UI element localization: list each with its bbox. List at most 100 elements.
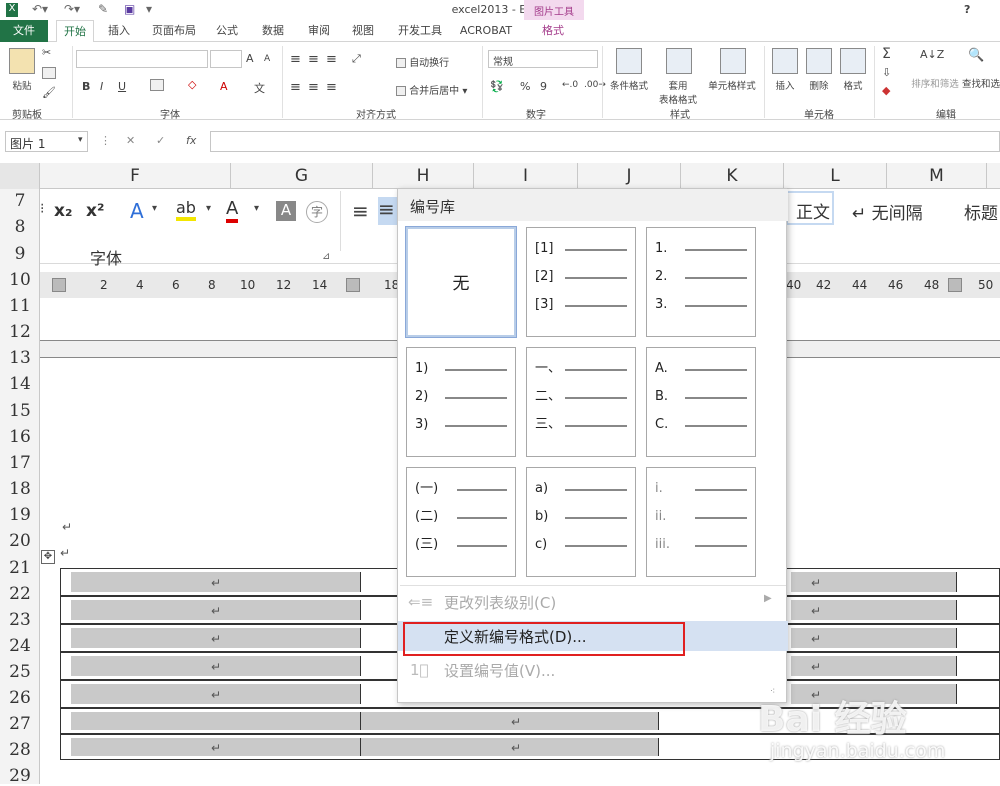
row-header[interactable]: 13 <box>0 348 40 368</box>
row-header[interactable]: 24 <box>0 636 40 656</box>
comma-button[interactable]: 9 <box>540 80 547 93</box>
row-header[interactable]: 9 <box>0 244 40 264</box>
delete-cells-button[interactable]: 删除 <box>804 78 834 92</box>
row-header[interactable]: 22 <box>0 584 40 604</box>
format-painter-icon[interactable]: 🖌 <box>42 86 56 99</box>
row-header[interactable]: 27 <box>0 714 40 734</box>
numbering-upper-letters[interactable]: A. B. C. <box>646 347 756 457</box>
align-right-icon[interactable]: ≡ <box>326 80 337 95</box>
row-header[interactable]: 23 <box>0 610 40 630</box>
align-bottom-icon[interactable]: ≡ <box>326 52 337 67</box>
tab-page-layout[interactable]: 页面布局 <box>148 20 200 42</box>
tab-developer[interactable]: 开发工具 <box>394 20 446 42</box>
conditional-format-icon[interactable] <box>616 48 642 74</box>
grow-font-button[interactable]: A <box>246 52 254 65</box>
align-middle-icon[interactable]: ≡ <box>308 52 319 67</box>
tab-view[interactable]: 视图 <box>348 20 378 42</box>
fill-icon[interactable]: ⇩ <box>882 66 891 79</box>
delete-cells-icon[interactable] <box>806 48 832 74</box>
wrap-text-button[interactable]: 自动换行 <box>396 54 449 69</box>
column-header[interactable]: H <box>373 163 474 189</box>
clear-icon[interactable]: ◆ <box>882 84 890 97</box>
numbering-lower-letters[interactable]: a) b) c) <box>526 467 636 577</box>
align-left-icon[interactable]: ≡ <box>290 80 301 95</box>
column-header[interactable]: K <box>681 163 784 189</box>
numbering-chinese-paren[interactable]: (一) (二) (三) <box>406 467 516 577</box>
sort-filter-icon[interactable]: A↓Z <box>920 48 944 74</box>
row-header[interactable]: 10 <box>0 270 40 290</box>
row-header[interactable]: 28 <box>0 740 40 760</box>
percent-button[interactable]: % <box>520 80 530 93</box>
namebox-dropdown-icon[interactable]: ▾ <box>78 135 83 145</box>
row-header[interactable]: 20 <box>0 531 40 551</box>
row-header[interactable]: 25 <box>0 662 40 682</box>
numbering-chinese[interactable]: 一、 二、 三、 <box>526 347 636 457</box>
row-header[interactable]: 17 <box>0 453 40 473</box>
select-all-corner[interactable] <box>0 163 40 189</box>
numbering-bracket-digits[interactable]: [1] [2] [3] <box>526 227 636 337</box>
change-list-level-item[interactable]: ⇐≡ 更改列表级别(C) ▶ <box>398 587 788 617</box>
column-header[interactable]: J <box>578 163 681 189</box>
find-select-button[interactable]: 查找和选择 <box>962 76 1000 90</box>
fill-color-icon[interactable]: ◇ <box>188 78 196 91</box>
row-header[interactable]: 12 <box>0 322 40 342</box>
insert-function-button[interactable]: fx <box>186 134 196 147</box>
increase-decimal-icon[interactable]: ←.0 <box>562 80 578 90</box>
tab-insert[interactable]: 插入 <box>104 20 134 42</box>
set-numbering-value-item[interactable]: 1⃞ 设置编号值(V)... <box>398 655 788 685</box>
row-header[interactable]: 26 <box>0 688 40 708</box>
row-header[interactable]: 8 <box>0 217 40 237</box>
font-color-button[interactable]: A <box>220 80 228 93</box>
tab-format[interactable]: 格式 <box>538 20 568 42</box>
row-header[interactable]: 7 <box>0 191 40 211</box>
sort-filter-button[interactable]: 排序和筛选 <box>908 76 962 90</box>
row-header[interactable]: 15 <box>0 401 40 421</box>
tab-home[interactable]: 开始 <box>56 20 94 43</box>
column-header[interactable]: L <box>784 163 887 189</box>
number-format-combo[interactable]: 常规 <box>488 50 598 68</box>
bold-button[interactable]: B <box>82 80 90 93</box>
paste-icon[interactable] <box>9 48 35 74</box>
conditional-format-button[interactable]: 条件格式 <box>606 78 652 92</box>
numbering-digits-paren[interactable]: 1) 2) 3) <box>406 347 516 457</box>
column-header[interactable]: G <box>231 163 373 189</box>
table-format-icon[interactable] <box>666 48 692 74</box>
row-header[interactable]: 11 <box>0 296 40 316</box>
column-header[interactable]: F <box>40 163 231 189</box>
align-top-icon[interactable]: ≡ <box>290 52 301 67</box>
copy-icon[interactable] <box>42 66 56 79</box>
cancel-formula-button[interactable]: ✕ <box>126 134 135 147</box>
name-box[interactable]: 图片 1 <box>5 131 88 152</box>
enter-formula-button[interactable]: ✓ <box>156 134 165 147</box>
find-select-icon[interactable]: 🔍 <box>968 48 992 74</box>
row-header[interactable]: 19 <box>0 505 40 525</box>
numbering-none[interactable]: 无 <box>405 226 517 338</box>
cut-icon[interactable]: ✂ <box>42 46 51 59</box>
cell-styles-icon[interactable] <box>720 48 746 74</box>
autosum-icon[interactable]: Σ <box>882 46 891 62</box>
format-cells-button[interactable]: 格式 <box>838 78 868 92</box>
row-header[interactable]: 18 <box>0 479 40 499</box>
tab-acrobat[interactable]: ACROBAT <box>458 20 514 42</box>
underline-button[interactable]: U <box>118 80 126 93</box>
tab-review[interactable]: 审阅 <box>304 20 334 42</box>
cell-styles-button[interactable]: 单元格样式 <box>704 78 760 92</box>
tab-data[interactable]: 数据 <box>258 20 288 42</box>
tab-formulas[interactable]: 公式 <box>212 20 242 42</box>
tab-file[interactable]: 文件 <box>0 20 48 42</box>
format-cells-icon[interactable] <box>840 48 866 74</box>
row-header[interactable]: 16 <box>0 427 40 447</box>
table-format-button[interactable]: 套用 表格格式 <box>652 78 704 106</box>
help-icon[interactable]: ? <box>964 3 970 16</box>
numbering-digits-dot[interactable]: 1. 2. 3. <box>646 227 756 337</box>
column-header[interactable]: I <box>474 163 578 189</box>
phonetic-button[interactable]: 文 <box>254 80 265 96</box>
paste-button[interactable]: 粘贴 <box>8 78 36 92</box>
font-name-combo[interactable] <box>76 50 208 68</box>
insert-cells-button[interactable]: 插入 <box>770 78 800 92</box>
row-header[interactable]: 14 <box>0 374 40 394</box>
insert-cells-icon[interactable] <box>772 48 798 74</box>
shrink-font-button[interactable]: A <box>264 54 270 64</box>
row-header[interactable]: 29 <box>0 766 40 786</box>
formula-input[interactable] <box>210 131 1000 152</box>
